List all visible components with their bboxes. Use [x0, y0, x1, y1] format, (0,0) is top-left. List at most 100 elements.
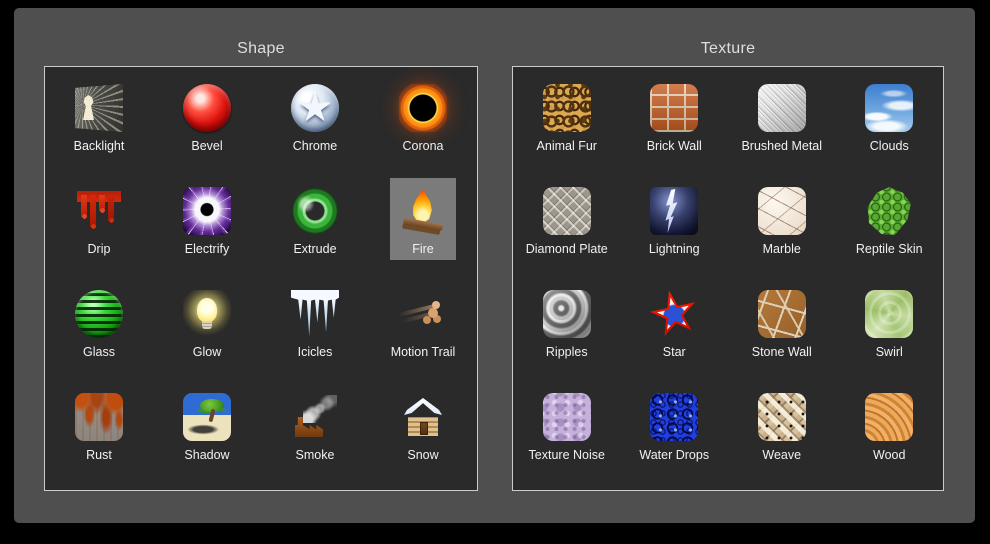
- effect-label: Backlight: [74, 139, 125, 153]
- effect-chip: Smoke: [282, 384, 348, 466]
- effect-item-water-drops[interactable]: Water Drops: [621, 384, 729, 487]
- effect-chip: Snow: [390, 384, 456, 466]
- effect-label: Water Drops: [639, 448, 709, 462]
- effect-label: Extrude: [293, 242, 336, 256]
- effect-item-chrome[interactable]: Chrome: [261, 75, 369, 178]
- effect-item-clouds[interactable]: Clouds: [836, 75, 944, 178]
- clouds-icon: [865, 84, 913, 132]
- effect-label: Fire: [412, 242, 434, 256]
- effect-chip: Motion Trail: [382, 281, 465, 363]
- effect-label: Electrify: [185, 242, 229, 256]
- bevel-icon: [183, 84, 231, 132]
- effect-item-icicles[interactable]: Icicles: [261, 281, 369, 384]
- effect-item-weave[interactable]: Weave: [728, 384, 836, 487]
- effect-chip: Drip: [66, 178, 132, 260]
- effect-chip: Glow: [174, 281, 240, 363]
- reptile-skin-icon: [865, 187, 913, 235]
- effect-item-fire[interactable]: Fire: [369, 178, 477, 281]
- effect-label: Motion Trail: [391, 345, 456, 359]
- effect-label: Marble: [763, 242, 801, 256]
- effect-item-star[interactable]: Star: [621, 281, 729, 384]
- animal-fur-icon: [543, 84, 591, 132]
- effect-item-rust[interactable]: Rust: [45, 384, 153, 487]
- shape-grid: Backlight Bevel Chrome Corona Drip Electrify E…: [45, 67, 477, 487]
- effect-label: Diamond Plate: [526, 242, 608, 256]
- effect-item-lightning[interactable]: Lightning: [621, 178, 729, 281]
- effect-item-motion-trail[interactable]: Motion Trail: [369, 281, 477, 384]
- effect-item-reptile-skin[interactable]: Reptile Skin: [836, 178, 944, 281]
- swirl-icon: [865, 290, 913, 338]
- effect-item-marble[interactable]: Marble: [728, 178, 836, 281]
- effect-label: Smoke: [296, 448, 335, 462]
- effect-item-backlight[interactable]: Backlight: [45, 75, 153, 178]
- effect-label: Brick Wall: [647, 139, 702, 153]
- glass-icon: [75, 290, 123, 338]
- effect-item-bevel[interactable]: Bevel: [153, 75, 261, 178]
- texture-panel-title: Texture: [512, 40, 944, 62]
- effect-chip: Diamond Plate: [517, 178, 617, 260]
- effect-label: Wood: [873, 448, 905, 462]
- brick-wall-icon: [650, 84, 698, 132]
- effect-item-swirl[interactable]: Swirl: [836, 281, 944, 384]
- effect-item-ripples[interactable]: Ripples: [513, 281, 621, 384]
- shape-panel-title: Shape: [44, 40, 478, 62]
- effect-chip: Chrome: [282, 75, 348, 157]
- effect-item-electrify[interactable]: Electrify: [153, 178, 261, 281]
- effect-label: Texture Noise: [529, 448, 605, 462]
- effect-label: Chrome: [293, 139, 337, 153]
- effect-chip: Bevel: [174, 75, 240, 157]
- effect-item-corona[interactable]: Corona: [369, 75, 477, 178]
- star-icon: [650, 290, 698, 338]
- effect-item-stone-wall[interactable]: Stone Wall: [728, 281, 836, 384]
- effect-chip: Brushed Metal: [732, 75, 831, 157]
- effect-label: Stone Wall: [752, 345, 812, 359]
- effect-label: Ripples: [546, 345, 588, 359]
- effect-item-animal-fur[interactable]: Animal Fur: [513, 75, 621, 178]
- effect-label: Lightning: [649, 242, 700, 256]
- effect-item-shadow[interactable]: Shadow: [153, 384, 261, 487]
- effect-item-glow[interactable]: Glow: [153, 281, 261, 384]
- effect-chip: Rust: [66, 384, 132, 466]
- effect-chip: Extrude: [282, 178, 348, 260]
- backlight-icon: [75, 84, 123, 132]
- effect-chip: Swirl: [856, 281, 922, 363]
- effect-item-drip[interactable]: Drip: [45, 178, 153, 281]
- effect-item-glass[interactable]: Glass: [45, 281, 153, 384]
- rust-icon: [75, 393, 123, 441]
- effect-item-wood[interactable]: Wood: [836, 384, 944, 487]
- effect-item-snow[interactable]: Snow: [369, 384, 477, 487]
- effect-chip: Backlight: [65, 75, 134, 157]
- effect-item-smoke[interactable]: Smoke: [261, 384, 369, 487]
- effect-chip: Shadow: [174, 384, 240, 466]
- effect-chip: Ripples: [534, 281, 600, 363]
- effect-item-diamond-plate[interactable]: Diamond Plate: [513, 178, 621, 281]
- effect-label: Bevel: [191, 139, 222, 153]
- weave-icon: [758, 393, 806, 441]
- icicles-icon: [291, 290, 339, 338]
- effect-item-texture-noise[interactable]: Texture Noise: [513, 384, 621, 487]
- effect-chip: Glass: [66, 281, 132, 363]
- effect-chip: Brick Wall: [638, 75, 711, 157]
- effect-label: Animal Fur: [537, 139, 597, 153]
- effect-label: Shadow: [184, 448, 229, 462]
- texture-noise-icon: [543, 393, 591, 441]
- effect-chip: Icicles: [282, 281, 348, 363]
- effect-label: Glass: [83, 345, 115, 359]
- selected-effect-chip: Fire: [390, 178, 456, 260]
- effect-item-brick-wall[interactable]: Brick Wall: [621, 75, 729, 178]
- glow-icon: [183, 290, 231, 338]
- effect-chip: Star: [641, 281, 707, 363]
- effect-label: Glow: [193, 345, 221, 359]
- effect-label: Icicles: [298, 345, 333, 359]
- effect-label: Reptile Skin: [856, 242, 923, 256]
- marble-icon: [758, 187, 806, 235]
- effect-chip: Weave: [749, 384, 815, 466]
- effect-chip: Lightning: [640, 178, 709, 260]
- effect-item-extrude[interactable]: Extrude: [261, 178, 369, 281]
- snow-icon: [399, 393, 447, 441]
- drip-icon: [75, 187, 123, 235]
- chrome-icon: [291, 84, 339, 132]
- effect-chip: Stone Wall: [743, 281, 821, 363]
- diamond-plate-icon: [543, 187, 591, 235]
- effect-item-brushed-metal[interactable]: Brushed Metal: [728, 75, 836, 178]
